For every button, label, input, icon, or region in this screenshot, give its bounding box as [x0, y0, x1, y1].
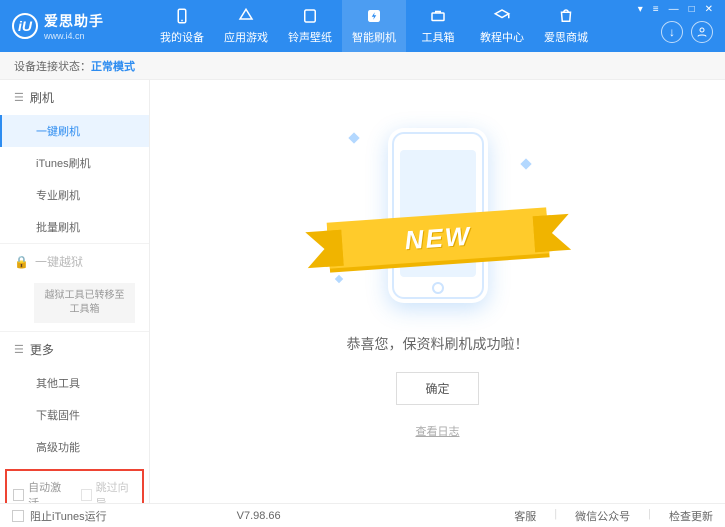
logo-icon: iU	[12, 13, 38, 39]
window-controls: ▾ ≡ — □ ✕	[638, 0, 717, 15]
device-icon	[173, 7, 191, 25]
tutorial-icon	[493, 7, 511, 25]
skip-guide-label: 跳过向导	[96, 479, 136, 503]
maximize-icon[interactable]: □	[689, 4, 695, 15]
ok-button[interactable]: 确定	[396, 372, 478, 405]
apps-icon	[237, 7, 255, 25]
success-illustration: NEW	[328, 120, 548, 310]
nav-apps-games[interactable]: 应用游戏	[214, 0, 278, 52]
block-itunes-label: 阻止iTunes运行	[30, 508, 107, 524]
skip-guide-checkbox[interactable]	[81, 489, 92, 501]
download-button[interactable]: ↓	[661, 21, 683, 43]
status-label: 设备连接状态：	[14, 58, 91, 74]
bars-icon: ☰	[14, 91, 24, 104]
store-icon	[557, 7, 575, 25]
sidebar-item-itunes-flash[interactable]: iTunes刷机	[0, 147, 149, 179]
sidebar-item-other-tools[interactable]: 其他工具	[0, 367, 149, 399]
sidebar-section-jailbreak: 🔒 一键越狱	[0, 244, 149, 279]
auto-activate-label: 自动激活	[28, 479, 68, 503]
nav-ringtones[interactable]: 铃声壁纸	[278, 0, 342, 52]
new-ribbon: NEW	[326, 207, 549, 268]
sidebar-section-more[interactable]: ☰ 更多	[0, 332, 149, 367]
toolbox-icon	[429, 7, 447, 25]
status-value: 正常模式	[91, 58, 135, 74]
lock-icon: 🔒	[14, 255, 29, 269]
nav-store[interactable]: 爱思商城	[534, 0, 598, 52]
sidebar-item-advanced[interactable]: 高级功能	[0, 431, 149, 463]
nav-my-device[interactable]: 我的设备	[150, 0, 214, 52]
sidebar-item-one-key-flash[interactable]: 一键刷机	[0, 115, 149, 147]
bars-icon: ☰	[14, 343, 24, 356]
dropdown-icon[interactable]: ▾	[638, 4, 643, 15]
sidebar-item-download-firmware[interactable]: 下载固件	[0, 399, 149, 431]
success-message: 恭喜您，保资料刷机成功啦！	[347, 334, 529, 354]
main-content: NEW 恭喜您，保资料刷机成功啦！ 确定 查看日志	[150, 80, 725, 503]
view-log-link[interactable]: 查看日志	[416, 423, 460, 439]
sidebar-section-flash[interactable]: ☰ 刷机	[0, 80, 149, 115]
app-title: 爱思助手	[44, 11, 104, 31]
close-icon[interactable]: ✕	[705, 4, 713, 15]
nav-tutorials[interactable]: 教程中心	[470, 0, 534, 52]
jailbreak-moved-note: 越狱工具已转移至工具箱	[34, 283, 135, 323]
auto-activate-checkbox[interactable]	[13, 489, 24, 501]
flash-icon	[365, 7, 383, 25]
ringtone-icon	[301, 7, 319, 25]
app-header: iU 爱思助手 www.i4.cn 我的设备 应用游戏 铃声壁纸 智能刷机 工具…	[0, 0, 725, 52]
main-nav: 我的设备 应用游戏 铃声壁纸 智能刷机 工具箱 教程中心 爱思商城	[150, 0, 598, 52]
sidebar-item-pro-flash[interactable]: 专业刷机	[0, 179, 149, 211]
checkbox-highlight-box: 自动激活 跳过向导	[5, 469, 144, 503]
block-itunes-checkbox[interactable]	[12, 510, 24, 522]
status-bar: 设备连接状态： 正常模式	[0, 52, 725, 80]
footer-wechat[interactable]: 微信公众号	[575, 508, 630, 524]
footer-support[interactable]: 客服	[514, 508, 536, 524]
user-button[interactable]	[691, 21, 713, 43]
sidebar: ☰ 刷机 一键刷机 iTunes刷机 专业刷机 批量刷机 🔒 一键越狱 越狱工具…	[0, 80, 150, 503]
sidebar-item-batch-flash[interactable]: 批量刷机	[0, 211, 149, 243]
footer: 阻止iTunes运行 V7.98.66 客服 | 微信公众号 | 检查更新	[0, 503, 725, 527]
version-label: V7.98.66	[237, 510, 281, 522]
minimize-icon[interactable]: —	[669, 4, 679, 15]
nav-flash[interactable]: 智能刷机	[342, 0, 406, 52]
app-url: www.i4.cn	[44, 31, 104, 41]
footer-check-update[interactable]: 检查更新	[669, 508, 713, 524]
logo-area: iU 爱思助手 www.i4.cn	[0, 11, 150, 41]
menu-icon[interactable]: ≡	[653, 4, 659, 15]
nav-toolbox[interactable]: 工具箱	[406, 0, 470, 52]
